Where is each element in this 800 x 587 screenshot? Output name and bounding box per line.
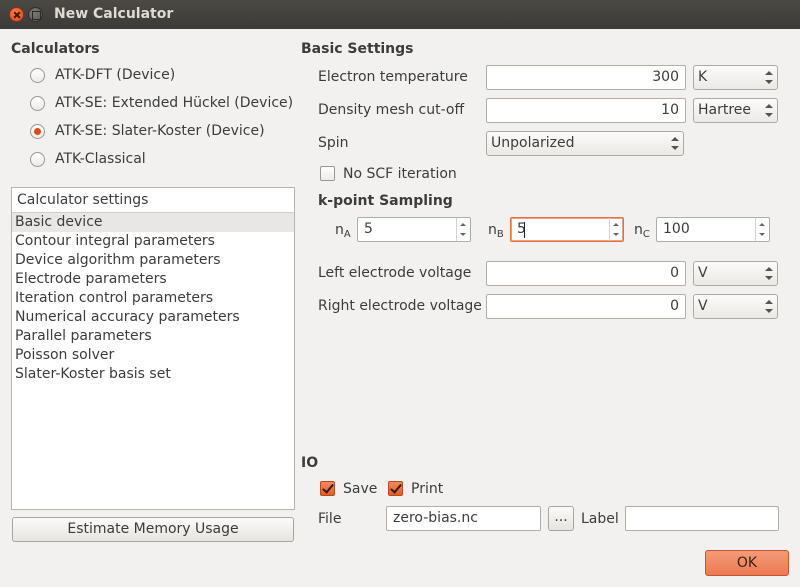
calculator-settings-header: Calculator settings — [12, 188, 294, 213]
title-bar: New Calculator — [0, 0, 800, 29]
browse-file-button[interactable]: ... — [548, 506, 574, 531]
nc-spinbox[interactable]: 100 — [656, 217, 770, 242]
nc-label-text: n — [634, 222, 643, 238]
updown-arrow-icon — [671, 137, 679, 150]
spin-arrows-icon[interactable] — [755, 218, 769, 241]
no-scf-label: No SCF iteration — [343, 166, 457, 182]
settings-item-parallel[interactable]: Parallel parameters — [12, 327, 294, 346]
nb-label: nB — [488, 222, 504, 240]
left-electrode-voltage-label: Left electrode voltage — [318, 265, 472, 281]
calculator-option-atk-dft[interactable]: ATK-DFT (Device) — [30, 65, 175, 85]
left-electrode-voltage-input[interactable]: 0 — [486, 261, 686, 286]
calculator-option-label: ATK-Classical — [55, 151, 146, 167]
unit-value: V — [698, 265, 708, 281]
nb-spinbox[interactable]: 5 — [510, 217, 624, 242]
na-label: nA — [335, 222, 351, 240]
save-label: Save — [343, 481, 378, 497]
settings-item-iteration-control[interactable]: Iteration control parameters — [12, 289, 294, 308]
calculator-option-atk-classical[interactable]: ATK-Classical — [30, 149, 146, 169]
na-label-sub: A — [343, 229, 351, 240]
nc-value: 100 — [663, 221, 690, 237]
spin-select[interactable]: Unpolarized — [486, 131, 684, 156]
calculator-option-label: ATK-SE: Slater-Koster (Device) — [55, 123, 265, 139]
na-value: 5 — [364, 221, 373, 237]
spin-arrows-icon[interactable] — [609, 218, 623, 241]
na-label-text: n — [335, 222, 344, 238]
print-label: Print — [411, 481, 444, 497]
spin-arrows-icon[interactable] — [456, 218, 470, 241]
updown-arrow-icon — [765, 267, 773, 280]
no-scf-checkbox[interactable] — [320, 166, 335, 181]
unit-value: V — [698, 298, 708, 314]
kpoint-sampling-heading: k-point Sampling — [318, 193, 453, 209]
radio-button-selected[interactable] — [30, 123, 45, 139]
basic-settings-heading: Basic Settings — [301, 41, 414, 57]
electron-temperature-unit-select[interactable]: K — [693, 65, 778, 90]
density-mesh-unit-select[interactable]: Hartree — [693, 98, 778, 123]
print-checkbox[interactable] — [388, 481, 403, 496]
calculator-option-label: ATK-SE: Extended Hückel (Device) — [55, 95, 294, 111]
right-electrode-voltage-input[interactable]: 0 — [486, 294, 686, 319]
settings-item-contour-integral[interactable]: Contour integral parameters — [12, 232, 294, 251]
updown-arrow-icon — [765, 71, 773, 84]
updown-arrow-icon — [765, 104, 773, 117]
updown-arrow-icon — [765, 300, 773, 313]
settings-item-electrode[interactable]: Electrode parameters — [12, 270, 294, 289]
nc-label-sub: C — [642, 229, 650, 240]
text-cursor — [524, 222, 525, 238]
nb-label-sub: B — [496, 229, 504, 240]
unit-value: Hartree — [698, 102, 752, 118]
unit-value: K — [698, 69, 708, 85]
settings-item-poisson-solver[interactable]: Poisson solver — [12, 346, 294, 365]
settings-item-slater-koster-basis[interactable]: Slater-Koster basis set — [12, 365, 294, 384]
right-electrode-voltage-label: Right electrode voltage — [318, 298, 482, 314]
calculator-settings-list[interactable]: Calculator settings Basic device Contour… — [11, 187, 295, 510]
calculator-option-slater-koster[interactable]: ATK-SE: Slater-Koster (Device) — [30, 121, 265, 141]
save-checkbox[interactable] — [320, 481, 335, 496]
label-input[interactable] — [625, 506, 779, 531]
file-input[interactable]: zero-bias.nc — [386, 506, 541, 531]
ok-button[interactable]: OK — [705, 550, 789, 576]
settings-item-device-algorithm[interactable]: Device algorithm parameters — [12, 251, 294, 270]
io-heading: IO — [301, 455, 319, 471]
close-window-icon[interactable] — [9, 7, 24, 22]
radio-button[interactable] — [30, 95, 45, 111]
calculators-heading: Calculators — [11, 41, 100, 57]
label-label: Label — [581, 511, 619, 527]
density-mesh-label: Density mesh cut-off — [318, 102, 465, 118]
settings-item-basic-device[interactable]: Basic device — [12, 213, 294, 232]
left-voltage-unit-select[interactable]: V — [693, 261, 778, 286]
file-label: File — [318, 511, 342, 527]
spin-value: Unpolarized — [491, 135, 575, 151]
nb-label-text: n — [488, 222, 497, 238]
spin-label: Spin — [318, 135, 349, 151]
minimize-window-icon[interactable] — [28, 7, 43, 22]
density-mesh-input[interactable]: 10 — [486, 98, 686, 123]
radio-button[interactable] — [30, 67, 45, 83]
na-spinbox[interactable]: 5 — [357, 217, 471, 242]
settings-item-numerical-accuracy[interactable]: Numerical accuracy parameters — [12, 308, 294, 327]
electron-temperature-label: Electron temperature — [318, 69, 468, 85]
estimate-memory-button[interactable]: Estimate Memory Usage — [12, 517, 294, 542]
electron-temperature-input[interactable]: 300 — [486, 65, 686, 90]
radio-button[interactable] — [30, 151, 45, 167]
window-title: New Calculator — [54, 6, 174, 22]
nc-label: nC — [634, 222, 650, 240]
calculator-option-label: ATK-DFT (Device) — [55, 67, 176, 83]
calculator-option-extended-huckel[interactable]: ATK-SE: Extended Hückel (Device) — [30, 93, 293, 113]
right-voltage-unit-select[interactable]: V — [693, 294, 778, 319]
